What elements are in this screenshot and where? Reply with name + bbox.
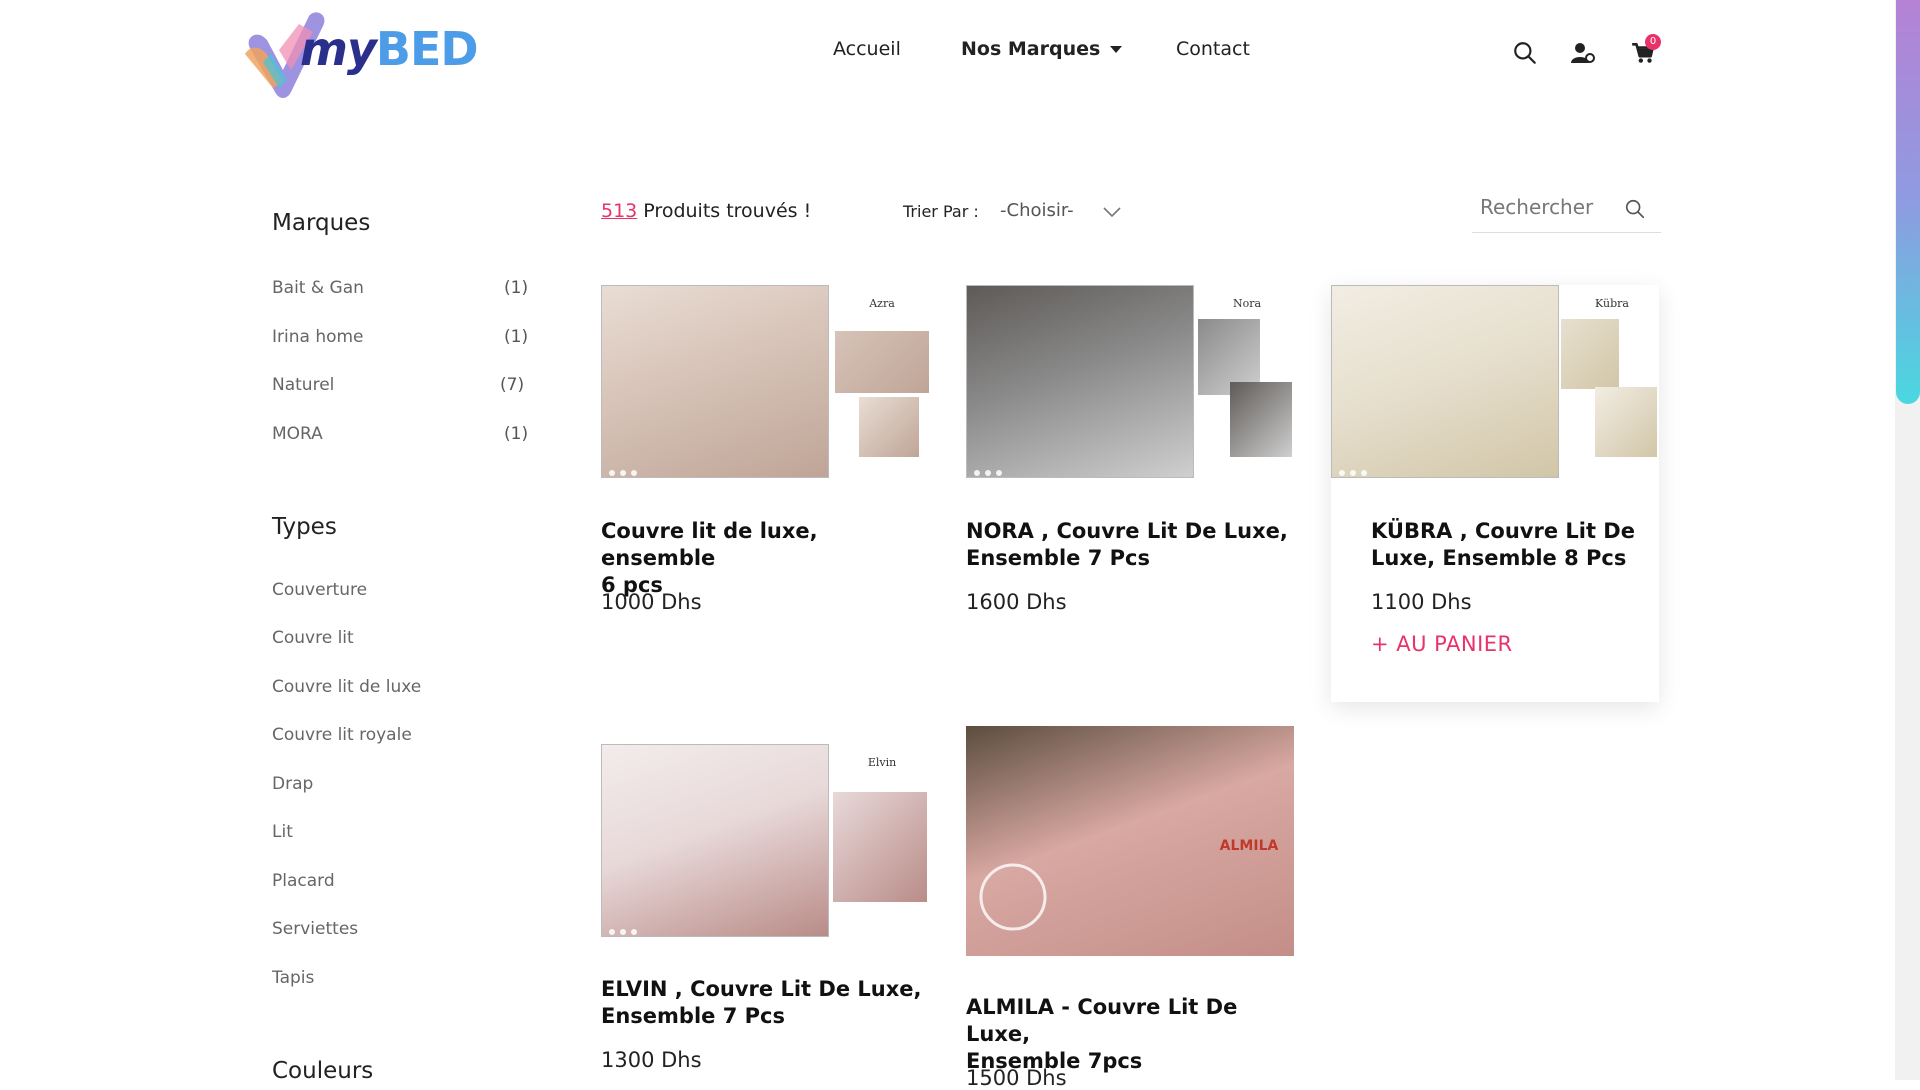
product-image-label: Kübra — [1595, 297, 1629, 310]
brand-filter-count: (1) — [504, 327, 529, 347]
product-photo — [966, 285, 1194, 478]
carousel-dots — [609, 461, 642, 478]
type-filter-item[interactable]: Couvre lit royale — [272, 725, 412, 745]
nav-home[interactable]: Accueil — [833, 38, 901, 60]
cart-count-badge: 0 — [1645, 34, 1661, 50]
type-filter-item[interactable]: Couvre lit — [272, 628, 354, 648]
product-image[interactable]: Kübra — [1331, 285, 1659, 478]
logo-text[interactable]: myBED — [300, 22, 479, 76]
product-photo-detail — [833, 792, 927, 902]
brand-filter-count: (1) — [504, 278, 529, 298]
chevron-down-icon[interactable] — [1102, 202, 1122, 222]
type-filter-item[interactable]: Serviettes — [272, 919, 358, 939]
product-price: 1300 Dhs — [601, 1048, 702, 1072]
brand-filter-count: (1) — [504, 424, 529, 444]
sort-label: Trier Par : — [903, 202, 979, 221]
product-card[interactable]: Elvin ELVIN , Couvre Lit De Luxe, Ensembl… — [601, 744, 929, 1080]
sort-select[interactable]: -Choisir- — [1000, 200, 1074, 221]
product-title[interactable]: ELVIN , Couvre Lit De Luxe, Ensemble 7 Pc… — [601, 976, 931, 1030]
nav-brands-label: Nos Marques — [961, 38, 1101, 60]
product-photo-detail — [1230, 382, 1292, 457]
product-photo-detail — [859, 397, 919, 457]
type-filter-item[interactable]: Tapis — [272, 968, 314, 988]
product-image-label: Elvin — [867, 756, 897, 769]
product-price: 1600 Dhs — [966, 590, 1067, 614]
brands-heading: Marques — [272, 210, 371, 236]
product-title[interactable]: NORA , Couvre Lit De Luxe, Ensemble 7 Pcs — [966, 518, 1296, 572]
brand-filter-item[interactable]: Irina home — [272, 327, 364, 347]
type-filter-item[interactable]: Couverture — [272, 580, 367, 600]
add-to-cart-button[interactable]: + AU PANIER — [1371, 632, 1513, 656]
brand-filter-count: (7) — [500, 375, 525, 395]
colors-heading: Couleurs — [272, 1058, 374, 1084]
results-count: 513 Produits trouvés ! — [601, 200, 811, 222]
brand-filter-item[interactable]: Naturel — [272, 375, 334, 395]
user-icon[interactable] — [1570, 40, 1596, 66]
product-image-label: Azra — [869, 297, 895, 310]
product-price: 1000 Dhs — [601, 590, 702, 614]
product-search — [1472, 186, 1661, 233]
product-image[interactable]: ALMILA — [966, 726, 1294, 956]
scrollbar-thumb[interactable] — [1896, 0, 1920, 404]
search-icon[interactable] — [1624, 198, 1646, 220]
product-title-line: ELVIN , Couvre Lit De Luxe, — [601, 977, 922, 1001]
product-photo — [601, 285, 829, 478]
product-title-line: Ensemble 7 Pcs — [966, 546, 1150, 570]
type-filter-item[interactable]: Lit — [272, 822, 293, 842]
caret-down-icon — [1110, 46, 1123, 53]
logo-my: my — [300, 22, 377, 76]
product-photo — [1331, 285, 1559, 478]
logo-bed: BED — [375, 22, 479, 76]
brand-filter-item[interactable]: MORA — [272, 424, 323, 444]
product-image[interactable]: Nora — [966, 285, 1294, 478]
product-title-line: NORA , Couvre Lit De Luxe, — [966, 519, 1288, 543]
product-image-label: Nora — [1232, 297, 1262, 310]
product-price: 1500 Dhs — [966, 1066, 1067, 1090]
product-image[interactable]: Azra — [601, 285, 929, 478]
product-image[interactable]: Elvin — [601, 744, 929, 937]
product-title[interactable]: ALMILA - Couvre Lit De Luxe, Ensemble 7pc… — [966, 994, 1296, 1075]
product-card[interactable]: ALMILA ALMILA - Couvre Lit De Luxe, Ensem… — [966, 726, 1296, 1090]
product-title-line: KÜBRA , Couvre Lit De — [1371, 519, 1635, 543]
product-card[interactable]: Kübra KÜBRA , Couvre Lit De Luxe, Ensembl… — [1331, 285, 1659, 702]
product-price: 1100 Dhs — [1371, 590, 1472, 614]
zoom-lens-icon — [979, 863, 1047, 931]
product-title-line: Ensemble 7 Pcs — [601, 1004, 785, 1028]
nav-brands[interactable]: Nos Marques — [961, 38, 1123, 60]
product-title-line: Couvre lit de luxe, ensemble — [601, 519, 818, 570]
product-card[interactable]: Nora NORA , Couvre Lit De Luxe, Ensemble … — [966, 285, 1294, 685]
product-card[interactable]: Azra Couvre lit de luxe, ensemble 6 pcs 1… — [601, 285, 929, 685]
type-filter-item[interactable]: Drap — [272, 774, 313, 794]
product-title-line: ALMILA - Couvre Lit De Luxe, — [966, 995, 1238, 1046]
product-title-line: Luxe, Ensemble 8 Pcs — [1371, 546, 1627, 570]
carousel-dots — [974, 461, 1007, 478]
results-count-number[interactable]: 513 — [601, 200, 637, 222]
nav-contact[interactable]: Contact — [1176, 38, 1250, 60]
types-heading: Types — [272, 514, 337, 540]
carousel-dots — [1339, 461, 1372, 478]
type-filter-item[interactable]: Placard — [272, 871, 335, 891]
product-title[interactable]: KÜBRA , Couvre Lit De Luxe, Ensemble 8 Pc… — [1371, 518, 1651, 572]
type-filter-item[interactable]: Couvre lit de luxe — [272, 677, 421, 697]
carousel-dots — [609, 920, 642, 937]
product-photo — [601, 744, 829, 937]
product-photo-detail — [1561, 319, 1619, 389]
product-photo-detail — [835, 331, 929, 393]
product-image-label: ALMILA — [1219, 838, 1279, 854]
product-search-input[interactable] — [1478, 194, 1627, 220]
search-icon[interactable] — [1512, 40, 1538, 66]
brand-filter-item[interactable]: Bait & Gan — [272, 278, 364, 298]
results-count-label: Produits trouvés ! — [637, 200, 812, 222]
product-title[interactable]: Couvre lit de luxe, ensemble 6 pcs — [601, 518, 931, 599]
product-photo-detail — [1595, 387, 1657, 457]
